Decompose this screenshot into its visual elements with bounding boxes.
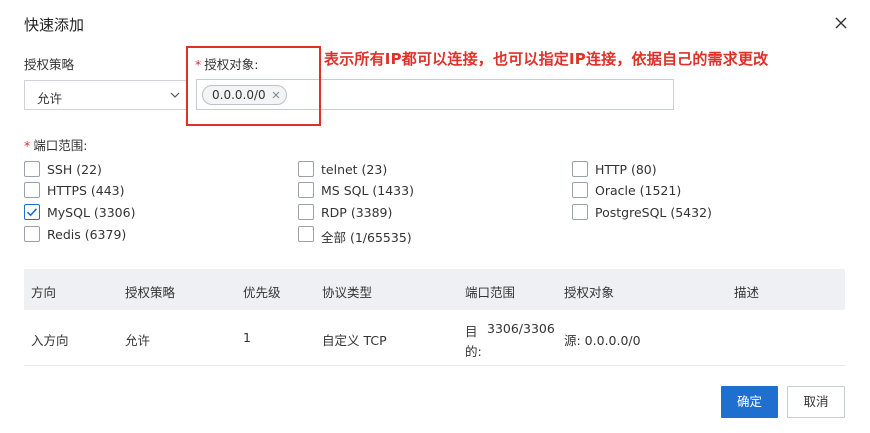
th-protocol: 协议类型 (322, 285, 373, 300)
th-target: 授权对象 (564, 285, 615, 300)
checkbox-label: HTTP (80) (595, 162, 657, 177)
checkbox-label: Redis (6379) (47, 227, 127, 242)
checkbox-box (298, 204, 314, 220)
policy-select[interactable]: 允许 (24, 80, 188, 110)
policy-select-value: 允许 (37, 91, 63, 106)
dialog-title: 快速添加 (24, 16, 85, 34)
required-mark: * (24, 138, 31, 153)
th-priority: 优先级 (243, 285, 281, 300)
checkbox-box (298, 182, 314, 198)
checkbox-label: MS SQL (1433) (321, 183, 414, 198)
chevron-down-icon (169, 89, 181, 101)
cell-priority: 1 (243, 330, 251, 345)
cell-port-suffix: 的: (465, 344, 482, 359)
checkbox-label: PostgreSQL (5432) (595, 205, 712, 220)
checkbox-box (24, 161, 40, 177)
port-range-label: * 端口范围: (24, 135, 87, 154)
th-direction: 方向 (31, 285, 57, 300)
checkbox-box (572, 182, 588, 198)
checkbox-box (24, 182, 40, 198)
checkbox-box (572, 161, 588, 177)
checkbox-label: 全部 (1/65535) (321, 230, 412, 245)
table-row: 入方向 允许 1 自定义 TCP 目 3306/3306 的: 源: 0.0.0… (24, 310, 845, 366)
cell-direction: 入方向 (31, 333, 69, 348)
checkbox-box (298, 161, 314, 177)
cell-protocol: 自定义 TCP (322, 333, 387, 348)
checkbox-box (572, 204, 588, 220)
cell-target: 源: 0.0.0.0/0 (564, 333, 641, 348)
checkbox-label: SSH (22) (47, 162, 102, 177)
checkbox-label: MySQL (3306) (47, 205, 136, 220)
close-icon[interactable] (832, 14, 850, 32)
checkbox-label: HTTPS (443) (47, 183, 125, 198)
th-policy: 授权策略 (125, 285, 176, 300)
quick-add-dialog: 快速添加 授权策略 允许 * 授权对象: 0.0.0.0/0 表示所有IP都可以连… (0, 0, 870, 433)
table-header: 方向 授权策略 优先级 协议类型 端口范围 授权对象 描述 (24, 269, 845, 310)
policy-label: 授权策略 (24, 57, 75, 72)
cell-port-prefix: 目 (465, 324, 478, 339)
checkbox-box (24, 226, 40, 242)
annotation-text: 表示所有IP都可以连接，也可以指定IP连接，依据自己的需求更改 (324, 50, 769, 68)
confirm-button[interactable]: 确定 (721, 386, 778, 418)
cancel-button[interactable]: 取消 (787, 386, 845, 418)
th-description: 描述 (734, 285, 760, 300)
cell-port-range: 3306/3306 (487, 321, 555, 336)
check-icon (26, 208, 38, 217)
checkbox-box (298, 226, 314, 242)
checkbox-label: telnet (23) (321, 162, 388, 177)
port-range-label-text: 端口范围: (33, 138, 88, 153)
checkbox-label: Oracle (1521) (595, 183, 682, 198)
checkbox-label: RDP (3389) (321, 205, 393, 220)
th-port-range: 端口范围 (465, 285, 516, 300)
cell-policy: 允许 (125, 333, 151, 348)
checkbox-box (24, 204, 40, 220)
annotation-box (186, 46, 321, 126)
